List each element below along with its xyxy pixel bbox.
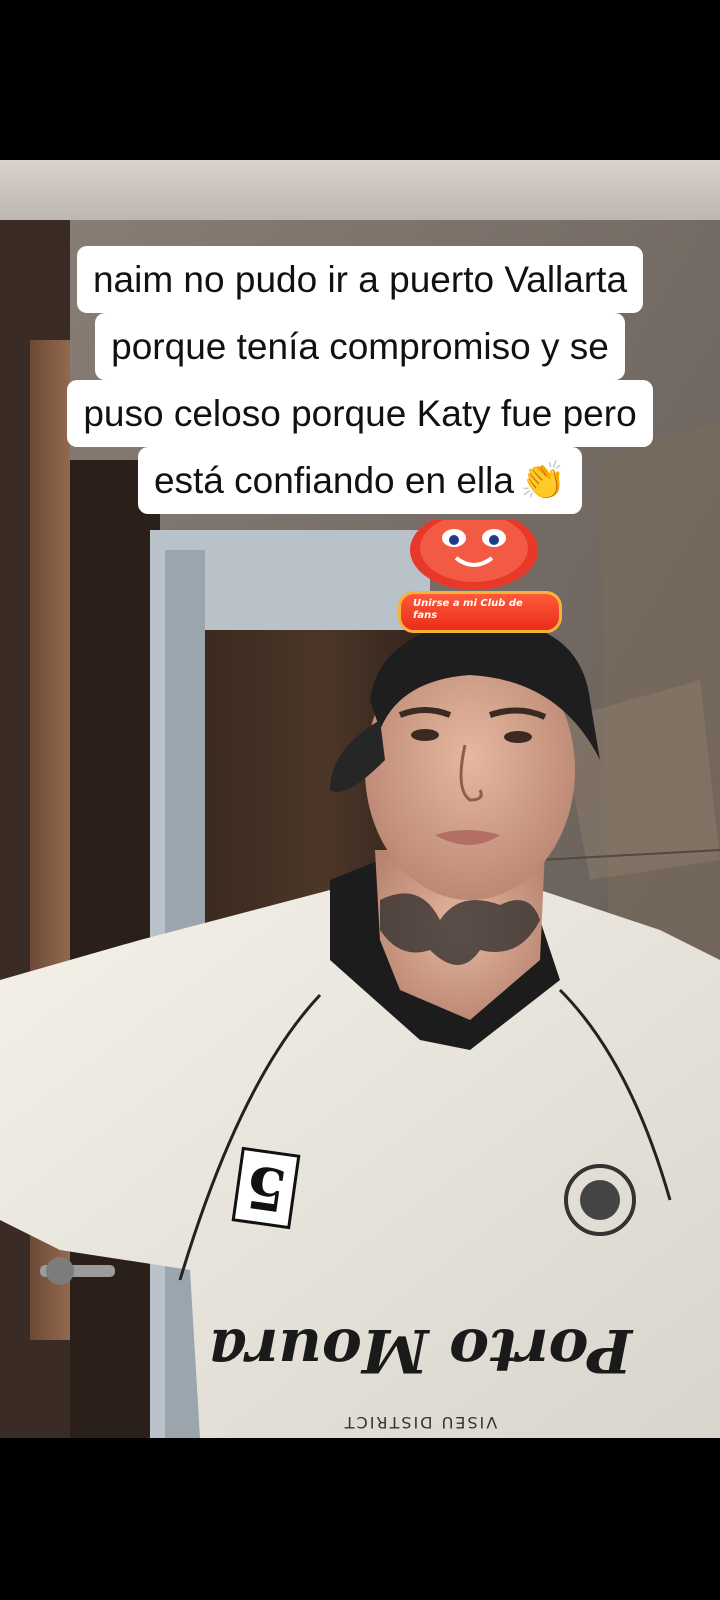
- shirt-subtext: VISEU DISTRICT: [343, 1413, 497, 1432]
- video-frame: 5 Porto Moura VISEU DISTRICT Unirse a mi…: [0, 0, 720, 1600]
- shirt-brand: Porto Moura: [208, 1315, 634, 1385]
- red-mascot-icon: [410, 520, 538, 590]
- shirt-number: 5: [231, 1146, 301, 1230]
- caption-line-3: puso celoso porque Katy fue pero: [67, 380, 653, 447]
- video-caption: naim no pudo ir a puerto Vallarta porque…: [0, 246, 720, 514]
- caption-line-2: porque tenía compromiso y se: [95, 313, 625, 380]
- caption-line-4-text: está confiando en ella: [153, 460, 514, 501]
- caption-line-1: naim no pudo ir a puerto Vallarta: [76, 246, 644, 313]
- clapping-hands-icon: 👏: [519, 460, 567, 501]
- caption-line-4: está confiando en ella 👏: [137, 447, 583, 514]
- fan-club-badge[interactable]: Unirse a mi Club de fans: [398, 591, 562, 633]
